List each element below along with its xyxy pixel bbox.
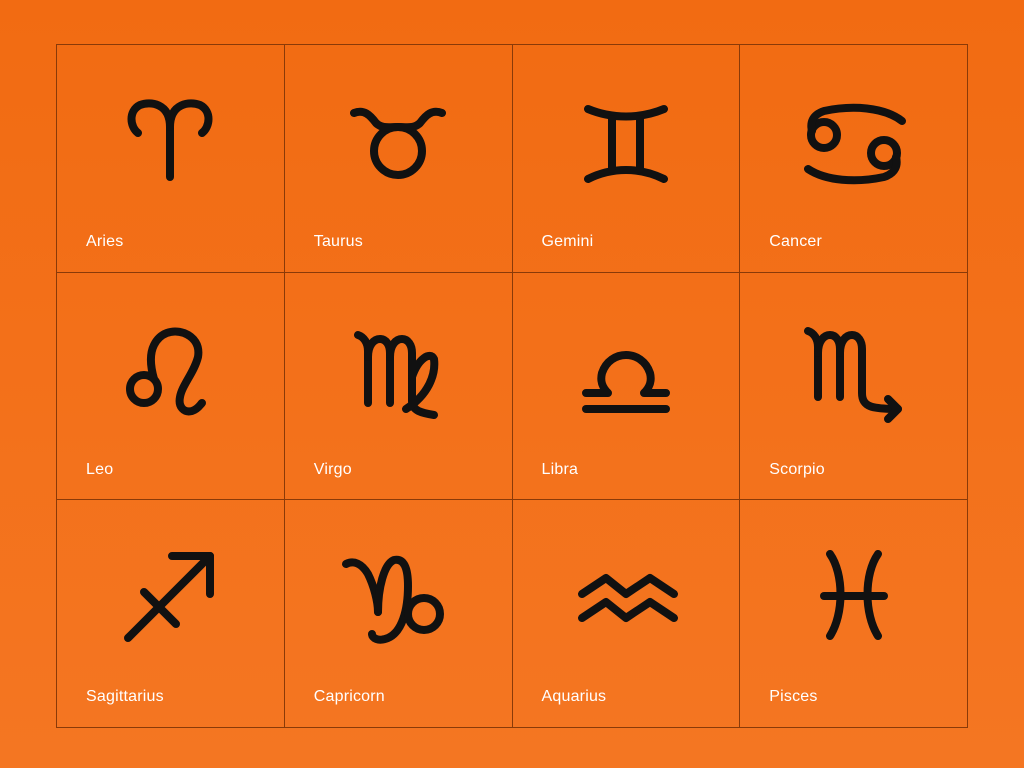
sign-label: Sagittarius: [86, 688, 164, 706]
sign-label: Aries: [86, 233, 124, 250]
pisces-icon: [794, 530, 914, 650]
sign-label: Cancer: [769, 233, 823, 250]
zodiac-cell-scorpio[interactable]: Scorpio: [740, 272, 968, 501]
sign-label: Taurus: [313, 233, 363, 250]
sign-label: Leo: [86, 460, 114, 478]
sign-label: Scorpio: [769, 460, 825, 478]
zodiac-cell-taurus[interactable]: Taurus: [284, 45, 513, 273]
sign-label: Pisces: [769, 688, 818, 706]
sign-label: Gemini: [541, 233, 594, 250]
aquarius-icon: [566, 530, 686, 650]
zodiac-cell-aries[interactable]: Aries: [57, 45, 285, 273]
capricorn-icon: [338, 530, 458, 650]
sign-label: Virgo: [313, 460, 352, 478]
gemini-icon: [566, 75, 686, 195]
cancer-icon: [794, 75, 914, 195]
aries-icon: [110, 75, 230, 195]
zodiac-cell-leo[interactable]: Leo: [57, 272, 285, 501]
virgo-icon: [338, 303, 458, 423]
sign-label: Aquarius: [541, 688, 607, 706]
zodiac-cell-virgo[interactable]: Virgo: [284, 272, 513, 501]
zodiac-cell-aquarius[interactable]: Aquarius: [512, 500, 741, 728]
zodiac-cell-capricorn[interactable]: Capricorn: [284, 500, 513, 728]
zodiac-grid: Aries Taurus Gemini Cancer Leo Virgo Lib…: [56, 44, 968, 728]
sagittarius-icon: [110, 530, 230, 650]
zodiac-cell-libra[interactable]: Libra: [512, 272, 741, 501]
sign-label: Libra: [541, 460, 579, 478]
zodiac-cell-cancer[interactable]: Cancer: [740, 45, 968, 273]
sign-label: Capricorn: [313, 688, 385, 706]
taurus-icon: [338, 75, 458, 195]
zodiac-cell-pisces[interactable]: Pisces: [740, 500, 968, 728]
zodiac-cell-gemini[interactable]: Gemini: [512, 45, 741, 273]
libra-icon: [566, 303, 686, 423]
scorpio-icon: [794, 303, 914, 423]
zodiac-cell-sagittarius[interactable]: Sagittarius: [57, 500, 285, 728]
leo-icon: [110, 303, 230, 423]
